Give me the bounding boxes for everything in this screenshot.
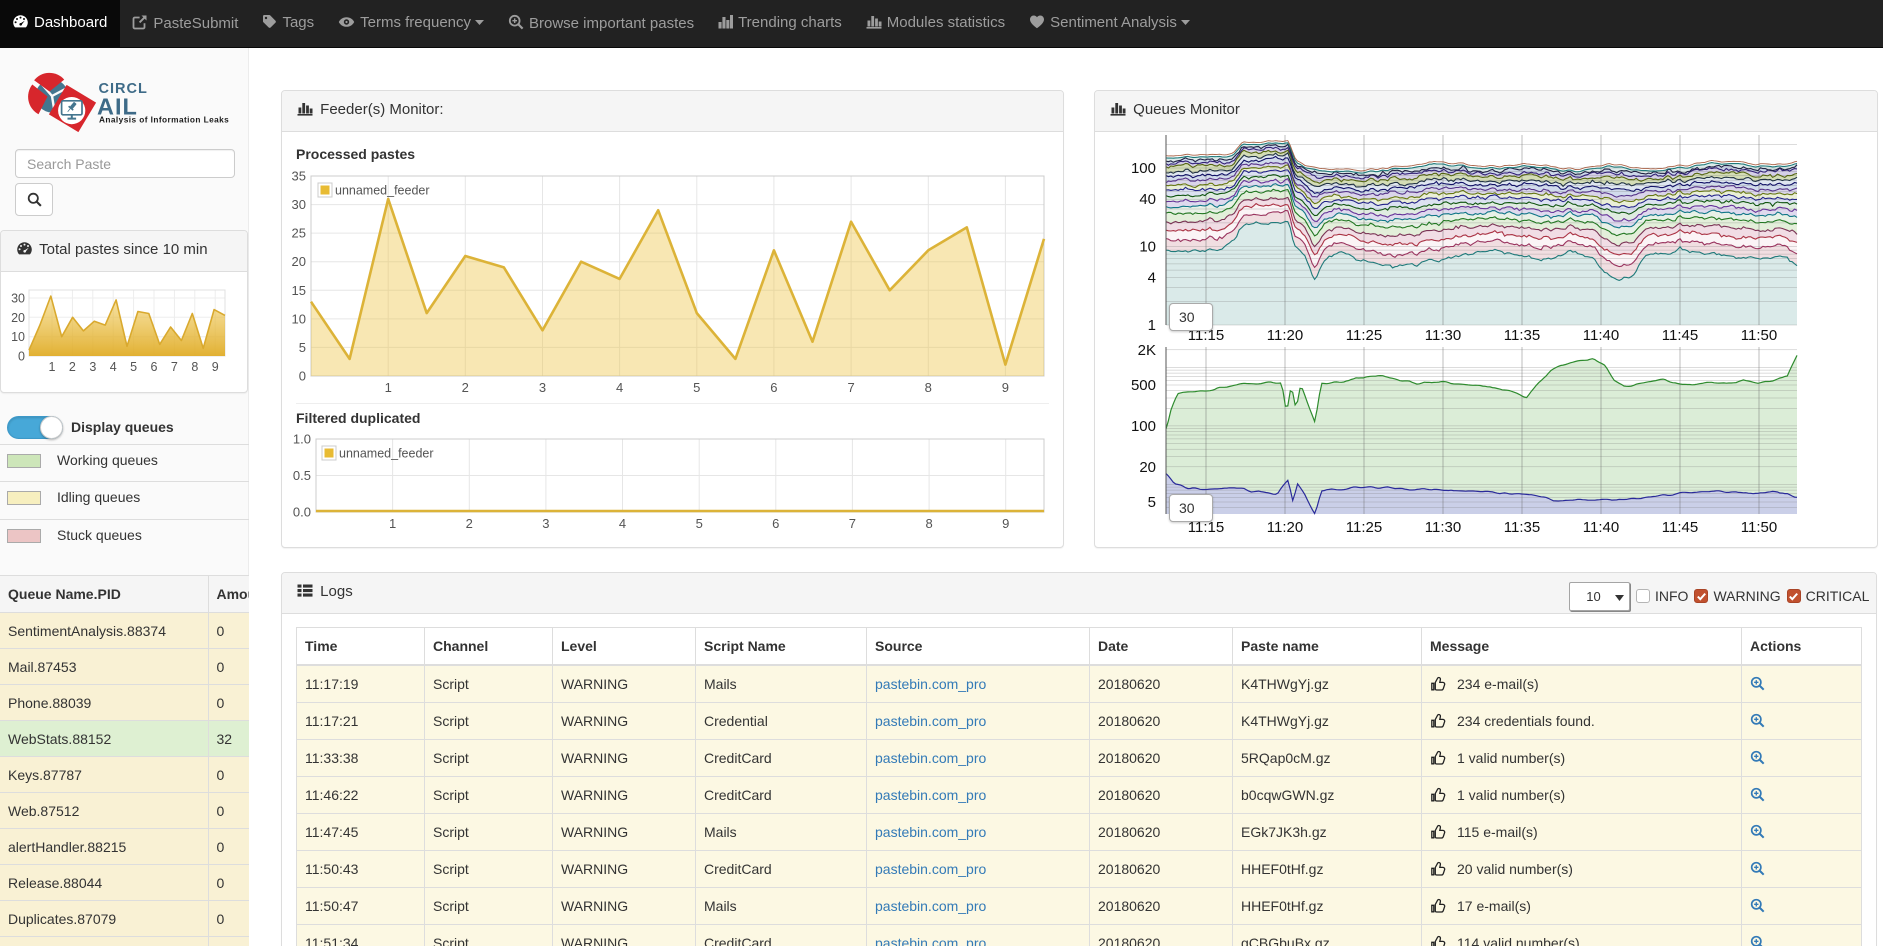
svg-text:1: 1	[1148, 317, 1156, 334]
svg-text:11:25: 11:25	[1346, 327, 1382, 344]
svg-text:unnamed_feeder: unnamed_feeder	[335, 184, 430, 198]
svg-text:11:30: 11:30	[1425, 519, 1461, 535]
svg-text:25: 25	[292, 226, 306, 241]
svg-text:35: 35	[292, 170, 306, 184]
svg-text:10: 10	[1139, 239, 1156, 256]
svg-text:20: 20	[292, 254, 306, 269]
svg-text:2: 2	[462, 380, 469, 395]
svg-text:4: 4	[110, 360, 117, 374]
svg-text:3: 3	[89, 360, 96, 374]
svg-text:11:35: 11:35	[1504, 327, 1540, 344]
svg-text:unnamed_feeder: unnamed_feeder	[339, 447, 434, 461]
svg-text:6: 6	[151, 360, 158, 374]
svg-text:5: 5	[299, 340, 306, 355]
svg-text:11:50: 11:50	[1741, 519, 1777, 535]
svg-text:2: 2	[466, 516, 473, 531]
svg-text:2: 2	[69, 360, 76, 374]
svg-text:100: 100	[1131, 418, 1156, 435]
svg-text:9: 9	[1002, 380, 1009, 395]
svg-text:5: 5	[693, 380, 700, 395]
svg-text:2K: 2K	[1138, 345, 1156, 359]
svg-text:Analysis of Information Leaks: Analysis of Information Leaks	[99, 115, 229, 125]
svg-text:1: 1	[385, 380, 392, 395]
svg-text:20: 20	[11, 311, 25, 325]
svg-text:3: 3	[542, 516, 549, 531]
svg-text:3: 3	[539, 380, 546, 395]
svg-text:0.5: 0.5	[293, 468, 311, 483]
svg-text:5: 5	[1148, 494, 1156, 511]
svg-text:9: 9	[1002, 516, 1009, 531]
svg-text:11:50: 11:50	[1741, 327, 1777, 344]
svg-text:11:25: 11:25	[1346, 519, 1382, 535]
svg-text:40: 40	[1139, 191, 1156, 208]
svg-text:11:35: 11:35	[1504, 519, 1540, 535]
svg-text:8: 8	[925, 380, 932, 395]
svg-text:11:40: 11:40	[1583, 519, 1619, 535]
svg-text:9: 9	[212, 360, 219, 374]
svg-text:6: 6	[770, 380, 777, 395]
svg-text:15: 15	[292, 283, 306, 298]
svg-text:4: 4	[616, 380, 623, 395]
svg-text:4: 4	[619, 516, 626, 531]
svg-text:7: 7	[171, 360, 178, 374]
svg-text:30: 30	[292, 197, 306, 212]
svg-text:7: 7	[849, 516, 856, 531]
svg-text:0: 0	[18, 350, 25, 364]
svg-text:0: 0	[299, 369, 306, 384]
svg-text:7: 7	[847, 380, 854, 395]
svg-text:11:45: 11:45	[1662, 327, 1698, 344]
svg-text:1: 1	[389, 516, 396, 531]
svg-text:10: 10	[11, 330, 25, 344]
svg-text:8: 8	[191, 360, 198, 374]
svg-text:1: 1	[49, 360, 56, 374]
svg-text:11:30: 11:30	[1425, 327, 1461, 344]
svg-text:11:20: 11:20	[1267, 519, 1303, 535]
svg-text:1.0: 1.0	[293, 433, 311, 447]
svg-text:11:45: 11:45	[1662, 519, 1698, 535]
svg-text:500: 500	[1131, 377, 1156, 394]
svg-text:20: 20	[1139, 459, 1156, 476]
svg-text:11:40: 11:40	[1583, 327, 1619, 344]
svg-text:100: 100	[1131, 160, 1156, 177]
svg-text:0.0: 0.0	[293, 505, 311, 520]
svg-text:10: 10	[292, 311, 306, 326]
svg-text:6: 6	[772, 516, 779, 531]
svg-text:5: 5	[696, 516, 703, 531]
svg-text:8: 8	[925, 516, 932, 531]
svg-text:30: 30	[11, 292, 25, 306]
svg-text:11:20: 11:20	[1267, 327, 1303, 344]
svg-text:5: 5	[130, 360, 137, 374]
svg-text:4: 4	[1148, 270, 1156, 287]
